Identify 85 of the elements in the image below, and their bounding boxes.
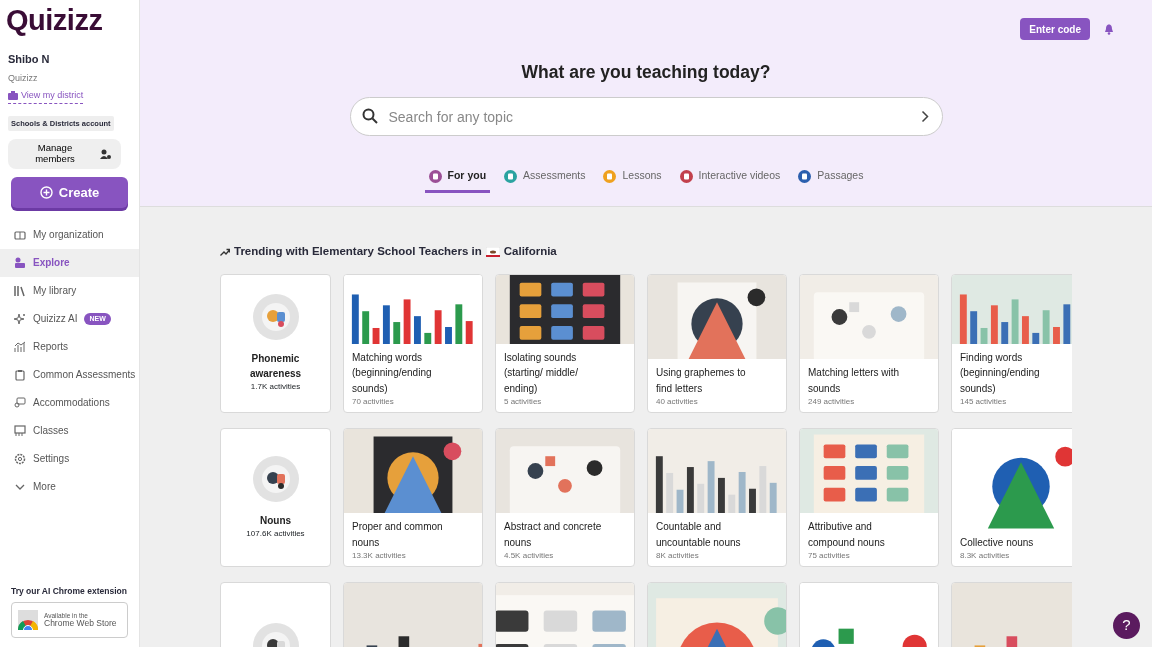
card-title: Phonemic awareness — [248, 352, 303, 381]
topic-card[interactable]: Abstract and concrete nouns 4.5K activities — [495, 428, 635, 568]
nav-item[interactable]: My organization — [0, 220, 139, 249]
topic-card[interactable]: Collective nouns 8.3K activities — [951, 428, 1072, 568]
card-title: Attributive and compound nouns — [808, 520, 886, 550]
activity-count: 70 activities — [352, 396, 395, 409]
activity-count: 107.6K activities — [246, 528, 305, 540]
topic-card[interactable]: Finding words (beginning/ending sounds) 145 activities — [951, 274, 1072, 414]
nav-item[interactable]: Common Assessments — [0, 360, 139, 389]
flag-icon — [485, 246, 500, 257]
tab-icon — [504, 169, 518, 183]
building-icon — [8, 91, 18, 101]
nav-item[interactable]: Explore — [0, 248, 139, 277]
topic-card[interactable]: Matching words (beginning/ending sounds) 70 activities — [343, 274, 483, 414]
activity-count: 249 activities — [808, 396, 856, 409]
user-icon — [100, 148, 111, 159]
store-name: Chrome Web Store — [44, 618, 117, 629]
enter-code-button[interactable]: Enter code — [1020, 18, 1090, 40]
activity-count: 40 activities — [656, 396, 699, 409]
tab[interactable]: Passages — [794, 168, 868, 193]
search-field[interactable]: Search for any topic — [349, 97, 943, 137]
nav-item[interactable]: Classes — [0, 416, 139, 445]
nav-item[interactable]: Reports — [0, 332, 139, 361]
building-icon — [14, 228, 26, 241]
tab-icon — [603, 169, 617, 183]
search-icon — [361, 108, 378, 125]
settings-icon — [14, 452, 26, 465]
extension-promo-text: Try our AI Chrome extension — [11, 585, 128, 598]
tab[interactable]: For you — [424, 168, 491, 193]
card-title: Countable and uncountable nouns — [656, 520, 742, 550]
chevron-right-icon[interactable] — [920, 110, 929, 124]
card-title: Collective nouns — [960, 535, 1035, 550]
tab-icon — [428, 169, 442, 183]
activity-count: 1.7K activities — [250, 381, 301, 394]
user-name: Shibo N — [8, 52, 51, 67]
activity-count: 75 activities — [808, 550, 851, 563]
classroom-icon — [14, 424, 26, 437]
tab[interactable]: Interactive videos — [675, 168, 785, 193]
activity-count: 8K activities — [656, 550, 700, 563]
section-title: Trending with Elementary School Teachers in — [234, 244, 482, 259]
tab-icon — [798, 169, 812, 183]
manage-members-button[interactable]: Manage members — [8, 138, 121, 169]
category-card[interactable]: Nouns 107.6K activities — [220, 428, 331, 568]
logo[interactable]: Quizizz — [0, 0, 103, 35]
nav-item[interactable]: My library — [0, 276, 139, 305]
activity-count: 145 activities — [960, 396, 1008, 409]
card-title: Matching words (beginning/ending sounds) — [352, 350, 433, 396]
topic-card[interactable]: Countable and uncountable nouns 8K activities — [647, 428, 787, 568]
activity-count: 13.3K activities — [352, 550, 407, 563]
create-button[interactable]: Create — [11, 176, 128, 208]
activity-count: 4.5K activities — [504, 550, 555, 563]
chart-icon — [14, 340, 26, 353]
books-icon — [14, 284, 26, 297]
organization-name: Quizizz — [8, 71, 39, 85]
nav-item[interactable]: Settings — [0, 444, 139, 473]
card-title: Finding words (beginning/ending sounds) — [960, 350, 1041, 396]
topic-card[interactable]: Using graphemes to find letters 40 activities — [647, 274, 787, 414]
topic-card[interactable]: Isolating sounds (starting/ middle/ ending) 5 activities — [495, 274, 635, 414]
card-title: Nouns — [259, 513, 292, 528]
clipboard-icon — [14, 368, 26, 381]
nav-item[interactable]: Accommodations — [0, 388, 139, 417]
tab[interactable]: Lessons — [599, 168, 666, 193]
topic-card[interactable]: Matching letters with sounds 249 activities — [799, 274, 939, 414]
chat-icon — [14, 396, 26, 409]
card-title: Using graphemes to find letters — [656, 366, 747, 396]
card-title: Matching letters with sounds — [808, 366, 901, 396]
activity-count: 5 activities — [504, 396, 543, 409]
bell-icon[interactable] — [1104, 23, 1114, 35]
activity-count: 8.3K activities — [960, 550, 1011, 563]
plus-circle-icon — [39, 185, 53, 199]
sparkle-icon — [14, 312, 26, 325]
tab-icon — [679, 169, 693, 183]
trending-icon — [220, 247, 230, 256]
card-title: Abstract and concrete nouns — [504, 520, 603, 550]
topic-card[interactable]: Proper and common nouns 13.3K activities — [343, 428, 483, 568]
location-name: California — [503, 244, 557, 259]
topic-card[interactable]: Attributive and compound nouns 75 activities — [799, 428, 939, 568]
chrome-icon — [16, 610, 40, 630]
page-heading: What are you teaching today? — [521, 61, 771, 84]
nav-item[interactable]: More — [0, 472, 139, 501]
district-link[interactable]: View my district — [8, 89, 84, 104]
category-card[interactable]: Phonemic awareness 1.7K activities — [220, 274, 331, 414]
card-title: Isolating sounds (starting/ middle/ ending) — [504, 350, 579, 396]
tab[interactable]: Assessments — [500, 168, 590, 193]
card-title: Proper and common nouns — [352, 520, 444, 550]
